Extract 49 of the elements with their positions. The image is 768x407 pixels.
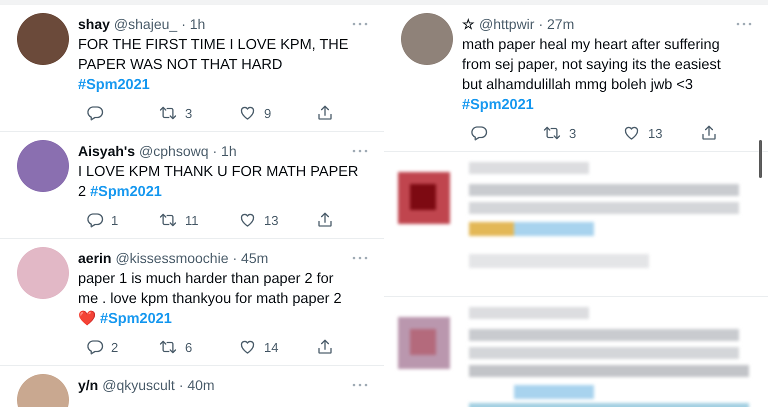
retweet-count: 3: [185, 106, 192, 120]
tweet-text: I LOVE KPM THANK U FOR MATH PAPER 2 #Spm2021: [78, 163, 360, 202]
tweet-time[interactable]: · 27m: [538, 16, 574, 32]
share-icon[interactable]: [316, 104, 334, 122]
tweet-time[interactable]: · 1h: [212, 143, 237, 159]
user-handle[interactable]: @cphsowq: [139, 143, 208, 159]
heart-icon[interactable]: [622, 124, 641, 142]
user-name[interactable]: shay: [78, 16, 110, 32]
retweet-count: 6: [185, 340, 192, 354]
tweet-text: math paper heal my heart after suffering from sej paper, not saying its the easiest but alhamdulillah mmg boleh jwb <3 #Spm2021: [462, 36, 722, 115]
retweet-icon[interactable]: [542, 124, 562, 142]
like-count: 13: [648, 126, 662, 140]
share-icon[interactable]: [316, 338, 334, 356]
retweet-count: 11: [185, 212, 198, 228]
share-icon[interactable]: [700, 124, 718, 142]
reply-count: 2: [111, 340, 118, 354]
heart-icon[interactable]: [238, 338, 257, 356]
scrollbar[interactable]: [759, 140, 762, 178]
user-name[interactable]: ☆: [462, 16, 475, 32]
retweet-count: 3: [569, 126, 576, 140]
reply-icon[interactable]: [86, 338, 104, 356]
tweet-text: FOR THE FIRST TIME I LOVE KPM, THE PAPER WAS NOT THAT HARD #Spm2021: [78, 36, 350, 95]
avatar-image[interactable]: [17, 13, 69, 65]
tweet-time[interactable]: · 1h: [181, 16, 206, 32]
avatar-image[interactable]: [401, 13, 453, 65]
retweet-icon[interactable]: [158, 211, 178, 229]
user-name[interactable]: y/n: [78, 377, 98, 393]
heart-icon[interactable]: [238, 104, 257, 122]
reply-icon[interactable]: [86, 211, 104, 229]
share-icon[interactable]: [316, 211, 334, 229]
like-count: 9: [264, 106, 272, 120]
user-handle[interactable]: @qkyuscult: [102, 377, 175, 393]
user-handle[interactable]: @httpwir: [479, 16, 534, 32]
user-name[interactable]: Aisyah's: [78, 143, 136, 159]
user-handle[interactable]: @kissessmoochie: [115, 250, 228, 266]
tweet-time[interactable]: · 40m: [178, 377, 215, 393]
reply-count: 1: [111, 212, 118, 228]
like-count: 13: [264, 212, 278, 228]
like-count: 14: [264, 340, 278, 354]
tweet-text: paper 1 is much harder than paper 2 for me . love kpm thankyou for math paper 2 ❤ #Spm2021: [78, 270, 343, 329]
avatar-image[interactable]: [17, 140, 69, 192]
user-handle[interactable]: @shajeu_: [114, 16, 178, 32]
retweet-icon[interactable]: [158, 104, 178, 122]
reply-icon[interactable]: [86, 104, 104, 122]
tweet-time[interactable]: · 45m: [232, 250, 268, 266]
reply-icon[interactable]: [470, 124, 488, 142]
heart-icon[interactable]: [238, 211, 257, 229]
user-name[interactable]: aerin: [78, 250, 112, 266]
retweet-icon[interactable]: [158, 338, 178, 356]
